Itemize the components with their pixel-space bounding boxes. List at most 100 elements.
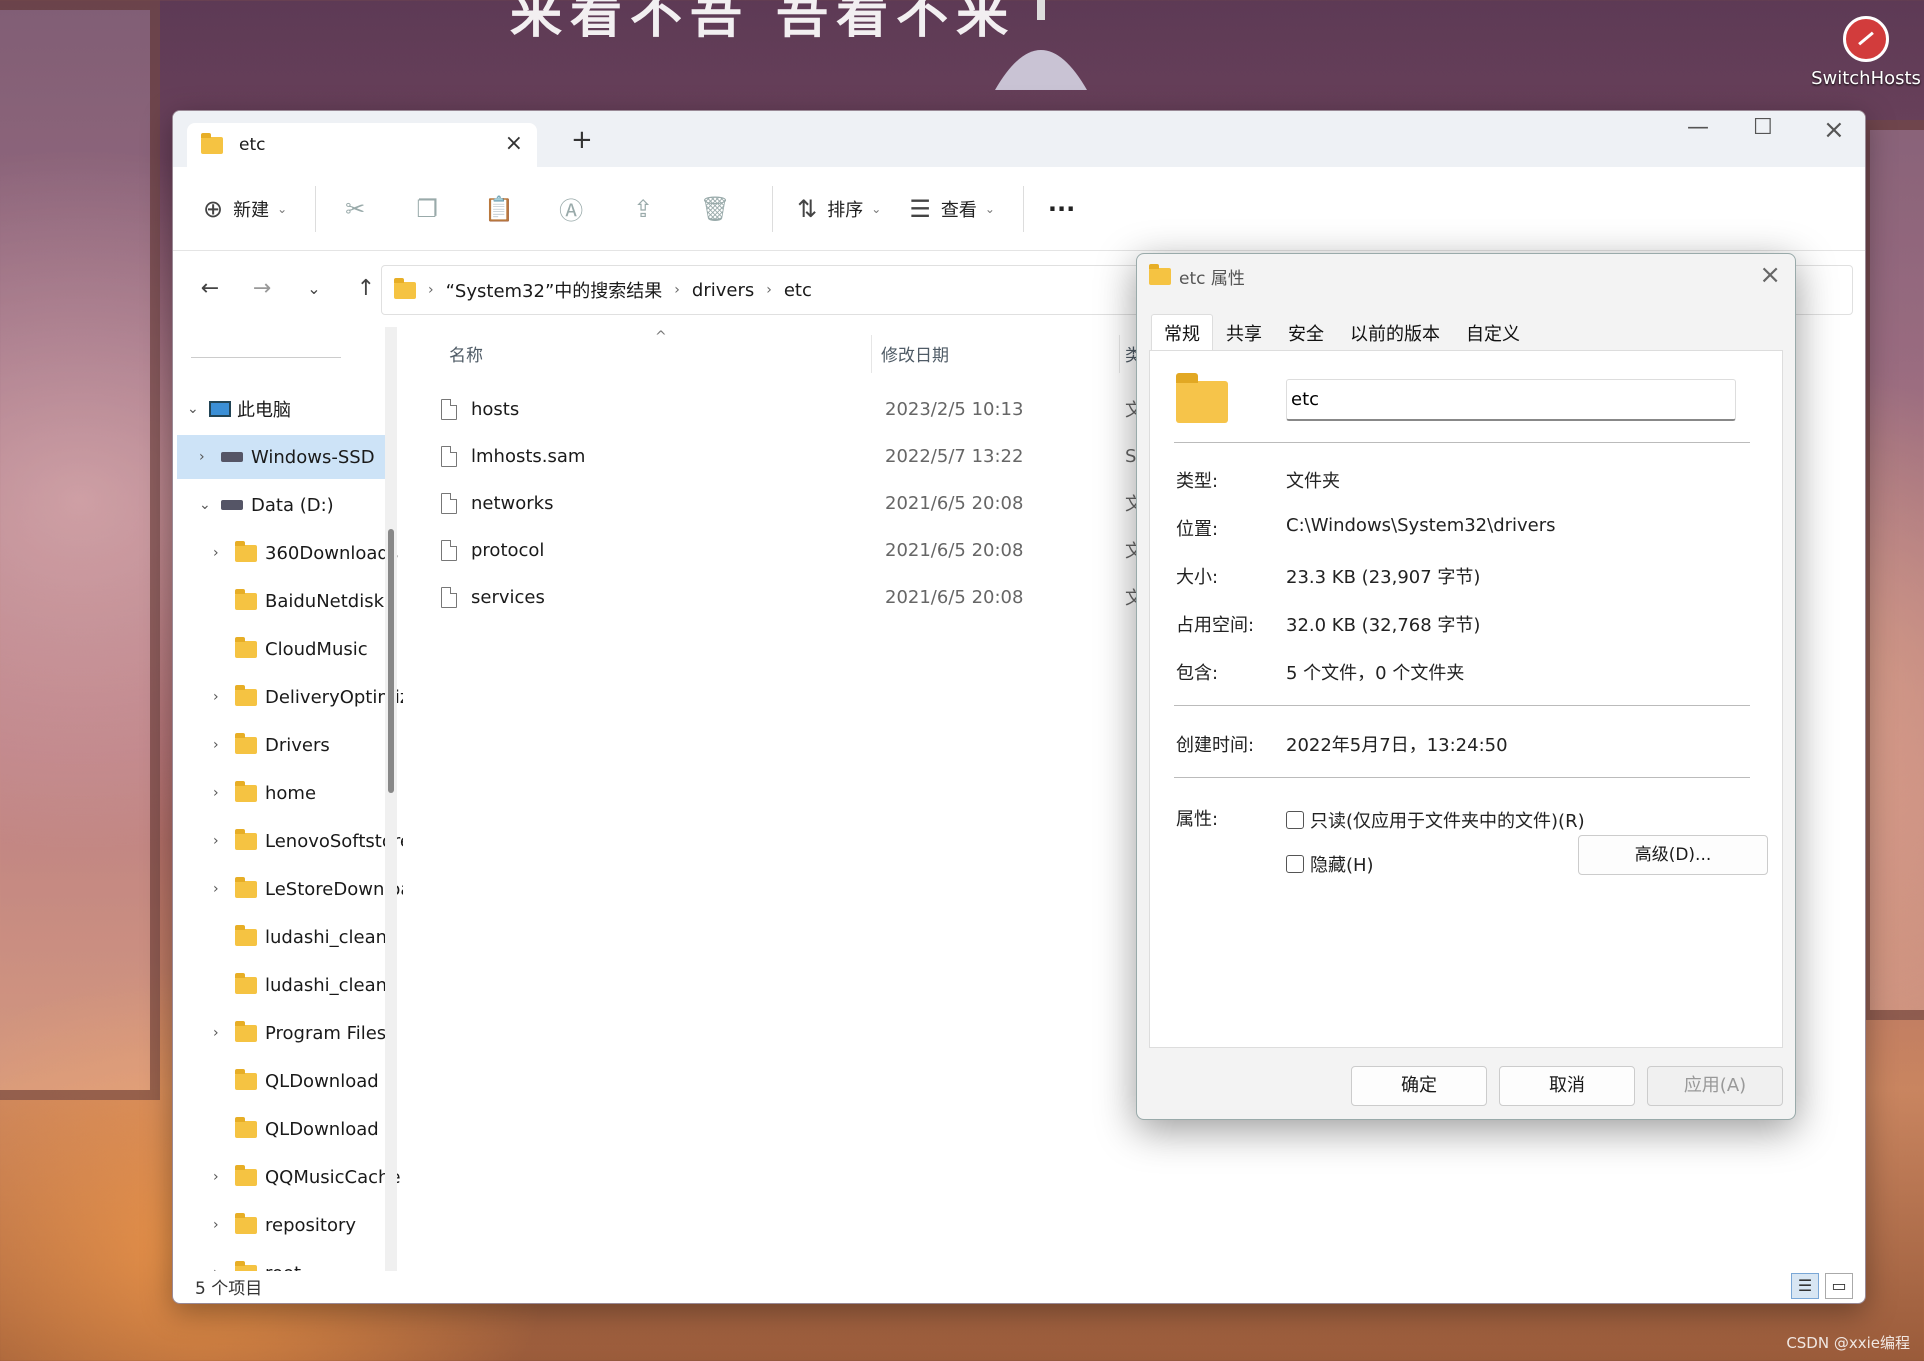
watermark: CSDN @xxie编程: [1786, 1334, 1910, 1352]
disk-size-label: 占用空间:: [1176, 615, 1255, 636]
sort-button[interactable]: ⇅ 排序 ⌄: [797, 195, 881, 223]
nav-item[interactable]: › root: [213, 1251, 301, 1271]
nav-item[interactable]: › DeliveryOptimization: [213, 675, 403, 719]
tab-general[interactable]: 常规: [1151, 314, 1213, 350]
chevron-right-icon[interactable]: ›: [213, 833, 235, 849]
tab-previous-versions[interactable]: 以前的版本: [1337, 314, 1453, 350]
nav-item[interactable]: BaiduNetdisk: [213, 579, 384, 623]
background-banner-text: 来看不吾 吾看不来: [510, 0, 1017, 45]
dialog-close-icon[interactable]: ×: [1759, 260, 1781, 290]
details-view-icon[interactable]: ☰: [1791, 1273, 1819, 1299]
file-row[interactable]: protocol 2021/6/5 20:08 文: [405, 530, 1205, 570]
nav-item[interactable]: › LenovoSoftstore: [213, 819, 403, 863]
nav-item[interactable]: CloudMusic: [213, 627, 368, 671]
maximize-icon[interactable]: ☐: [1753, 115, 1773, 140]
breadcrumb-etc[interactable]: etc: [784, 280, 812, 301]
nav-item[interactable]: QLDownload: [213, 1107, 379, 1151]
more-options-button[interactable]: ···: [1048, 195, 1085, 223]
up-arrow-icon[interactable]: ↑: [351, 276, 381, 301]
background-window-left: [0, 0, 160, 1100]
tab-sharing[interactable]: 共享: [1213, 314, 1275, 350]
file-row[interactable]: lmhosts.sam2022/5/7 13:22SA: [405, 436, 1205, 476]
size-label: 大小:: [1176, 567, 1219, 588]
readonly-checkbox[interactable]: 只读(仅应用于文件夹中的文件)(R): [1286, 807, 1585, 833]
breadcrumb-search-results[interactable]: “System32”中的搜索结果: [446, 277, 663, 303]
column-divider[interactable]: [1119, 335, 1120, 373]
share-icon[interactable]: ⇪: [628, 194, 658, 224]
breadcrumb-separator-icon: ›: [428, 282, 434, 298]
nav-item[interactable]: QLDownload: [213, 1059, 379, 1103]
chevron-right-icon[interactable]: ›: [199, 449, 221, 465]
nav-item[interactable]: › Drivers: [213, 723, 330, 767]
checkbox-box[interactable]: [1286, 811, 1304, 829]
apply-button[interactable]: 应用(A): [1647, 1066, 1783, 1106]
folder-icon: [235, 924, 257, 946]
file-modified: 2023/2/5 10:13: [885, 398, 1024, 420]
tiles-view-icon[interactable]: ▭: [1825, 1273, 1853, 1299]
chevron-right-icon[interactable]: ›: [213, 881, 235, 897]
chevron-right-icon[interactable]: ›: [213, 1217, 235, 1233]
chevron-right-icon[interactable]: ›: [213, 1169, 235, 1185]
column-divider[interactable]: [871, 335, 872, 373]
hidden-checkbox[interactable]: 隐藏(H): [1286, 851, 1374, 877]
chevron-right-icon[interactable]: ›: [213, 737, 235, 753]
chevron-right-icon[interactable]: ›: [213, 545, 235, 561]
nav-item-label: Data (D:): [251, 494, 334, 516]
toolbar-divider: [315, 185, 317, 232]
checkbox-box[interactable]: [1286, 855, 1304, 873]
advanced-button[interactable]: 高级(D)...: [1578, 835, 1768, 875]
paste-icon[interactable]: 📋: [484, 194, 514, 224]
chevron-right-icon[interactable]: ›: [213, 785, 235, 801]
nav-item[interactable]: ⌄ Data (D:): [199, 483, 334, 527]
nav-item[interactable]: › LeStoreDownload: [213, 867, 403, 911]
file-row[interactable]: services 2021/6/5 20:08 文: [405, 577, 1205, 617]
forward-arrow-icon[interactable]: →: [247, 276, 277, 301]
status-item-count: 5 个项目: [195, 1279, 263, 1299]
nav-item-this-pc[interactable]: ⌄ 此电脑: [187, 387, 291, 431]
delete-icon[interactable]: 🗑: [700, 194, 730, 224]
rename-icon[interactable]: Ⓐ: [556, 194, 586, 225]
explorer-tab[interactable]: etc ×: [187, 123, 537, 167]
cut-icon[interactable]: ✂: [340, 194, 370, 224]
copy-icon[interactable]: ❐: [412, 194, 442, 224]
type-label: 类型:: [1176, 471, 1219, 492]
new-tab-plus-icon[interactable]: +: [571, 125, 593, 155]
new-button[interactable]: ⊕ 新建 ⌄: [203, 195, 287, 223]
nav-item[interactable]: ludashi_clean: [213, 915, 387, 959]
breadcrumb-separator-icon: ›: [674, 282, 680, 298]
column-header-modified[interactable]: 修改日期: [881, 341, 949, 366]
desktop-icon-switchhosts[interactable]: SwitchHosts: [1810, 16, 1922, 89]
nav-item-label: Drivers: [265, 734, 330, 756]
nav-item[interactable]: › home: [213, 771, 316, 815]
chevron-down-icon[interactable]: ⌄: [199, 497, 221, 513]
nav-item[interactable]: › QQMusicCache: [213, 1155, 401, 1199]
ok-button[interactable]: 确定: [1351, 1066, 1487, 1106]
nav-item[interactable]: › repository: [213, 1203, 356, 1247]
nav-item[interactable]: › 360Downloads: [213, 531, 398, 575]
tab-security[interactable]: 安全: [1275, 314, 1337, 350]
file-row[interactable]: hosts 2023/2/5 10:13 文: [405, 389, 1205, 429]
tab-close-icon[interactable]: ×: [505, 131, 523, 156]
nav-item[interactable]: › Program Files: [213, 1011, 386, 1055]
size-value: 23.3 KB (23,907 字节): [1286, 567, 1481, 588]
view-button[interactable]: ☰ 查看 ⌄: [909, 195, 995, 223]
window-close-icon[interactable]: ×: [1823, 115, 1845, 145]
tab-customize[interactable]: 自定义: [1453, 314, 1533, 350]
nav-item[interactable]: ludashi_clean: [213, 963, 387, 1007]
cancel-button[interactable]: 取消: [1499, 1066, 1635, 1106]
nav-item[interactable]: › Windows-SSD: [177, 435, 385, 479]
folder-name-field[interactable]: [1286, 379, 1736, 421]
scrollbar-thumb[interactable]: [388, 529, 394, 793]
breadcrumb-drivers[interactable]: drivers: [692, 280, 754, 301]
chevron-right-icon[interactable]: ›: [213, 1265, 235, 1271]
chevron-right-icon[interactable]: ›: [213, 1025, 235, 1041]
recent-chevron-icon[interactable]: ⌄: [299, 279, 329, 298]
back-arrow-icon[interactable]: ←: [195, 276, 225, 301]
nav-scrollbar[interactable]: [385, 327, 397, 1271]
column-header-name[interactable]: 名称: [449, 341, 483, 366]
minimize-icon[interactable]: —: [1687, 115, 1709, 140]
location-value: C:\Windows\System32\drivers: [1286, 515, 1556, 536]
chevron-down-icon: ⌄: [871, 201, 882, 216]
file-row[interactable]: networks 2021/6/5 20:08 文: [405, 483, 1205, 523]
chevron-right-icon[interactable]: ›: [213, 689, 235, 705]
